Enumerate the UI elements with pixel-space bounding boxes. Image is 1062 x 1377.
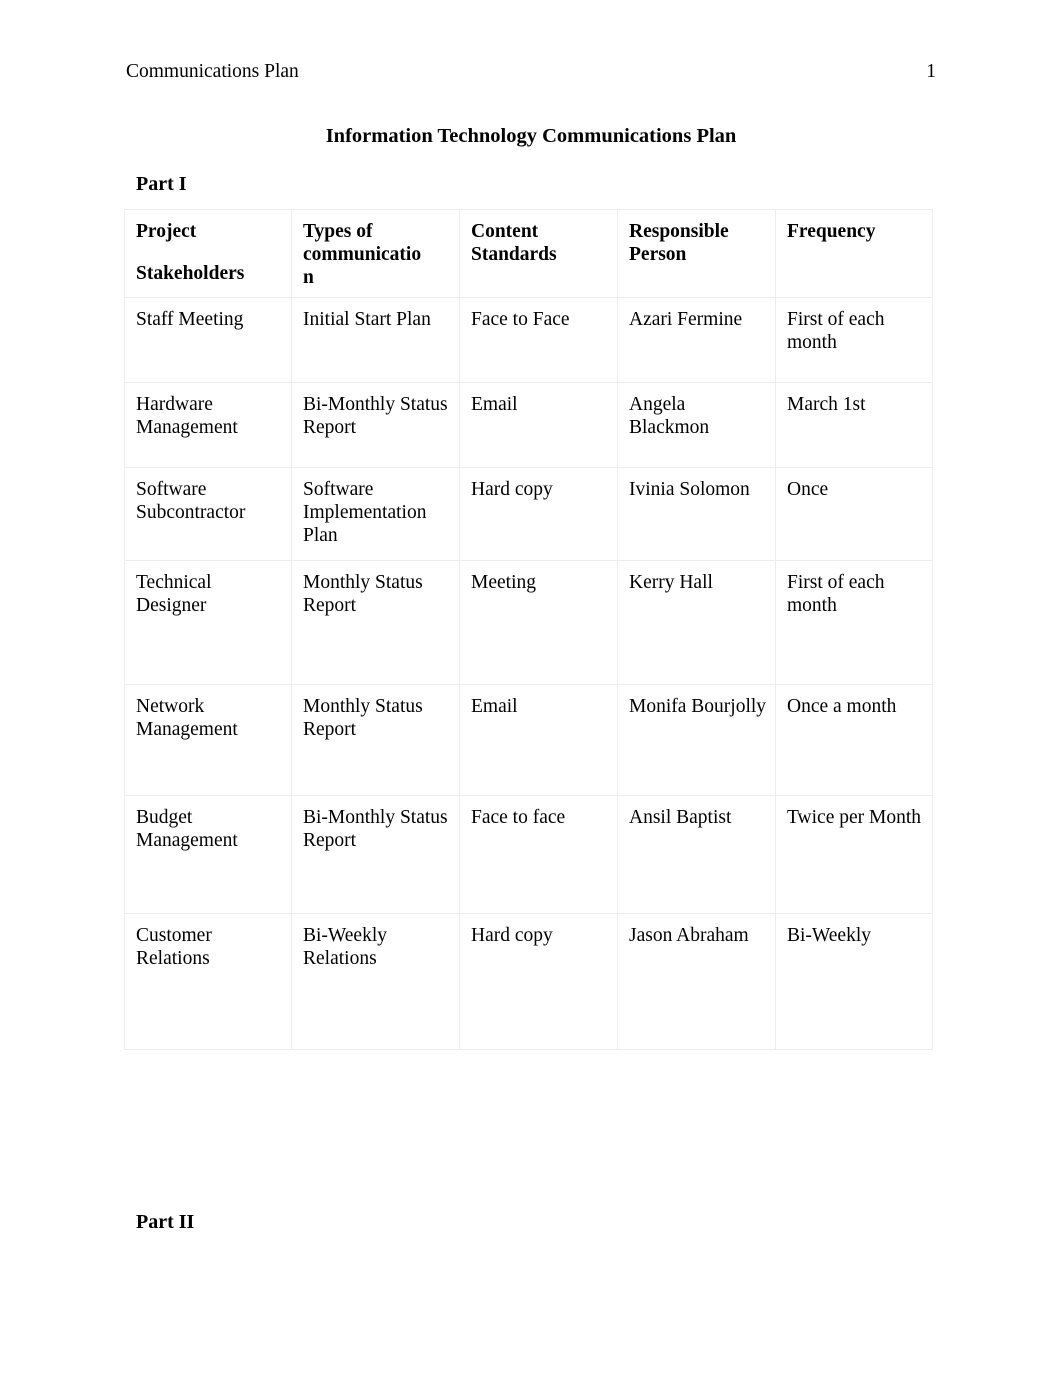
column-header-line-1: Responsible Person — [629, 221, 729, 265]
column-header-line-1: Frequency — [787, 221, 876, 242]
cell-content-standard: Face to Face — [459, 297, 618, 383]
cell-content-standard: Email — [459, 684, 618, 796]
cell-stakeholder: Customer Relations — [124, 913, 292, 1050]
cell-responsible-person: Ivinia Solomon — [617, 467, 776, 561]
cell-responsible-person: Azari Fermine — [617, 297, 776, 383]
cell-communication-type: Monthly Status Report — [291, 560, 460, 685]
communications-plan-table: Project Stakeholders Types of communicat… — [124, 209, 933, 1050]
column-header-line-1: Content Standards — [471, 221, 557, 265]
cell-frequency: Twice per Month — [775, 795, 933, 914]
cell-responsible-person: Monifa Bourjolly — [617, 684, 776, 796]
cell-communication-type: Bi-Monthly Status Report — [291, 382, 460, 468]
communications-plan-table-wrapper: Project Stakeholders Types of communicat… — [124, 209, 933, 1050]
cell-responsible-person: Angela Blackmon — [617, 382, 776, 468]
cell-responsible-person: Jason Abraham — [617, 913, 776, 1050]
column-header-responsible-person: Responsible Person — [617, 209, 776, 298]
table-row: Technical Designer Monthly Status Report… — [124, 560, 933, 685]
cell-stakeholder: Hardware Management — [124, 382, 292, 468]
page-number: 1 — [926, 61, 936, 82]
table-header-row-group: Project Stakeholders Types of communicat… — [124, 209, 933, 298]
column-header-content-standards: Content Standards — [459, 209, 618, 298]
table-row: Software Subcontractor Software Implemen… — [124, 467, 933, 561]
cell-communication-type: Initial Start Plan — [291, 297, 460, 383]
cell-stakeholder: Budget Management — [124, 795, 292, 914]
cell-content-standard: Email — [459, 382, 618, 468]
document-page: Communications Plan 1 Information Techno… — [0, 0, 1062, 1377]
cell-communication-type: Bi-Monthly Status Report — [291, 795, 460, 914]
section-heading-part-one: Part I — [136, 173, 187, 195]
cell-frequency: Once — [775, 467, 933, 561]
column-header-line-1: Project — [136, 221, 197, 242]
table-row: Customer Relations Bi-Weekly Relations H… — [124, 913, 933, 1050]
column-header-frequency: Frequency — [775, 209, 933, 298]
cell-content-standard: Hard copy — [459, 467, 618, 561]
table-row: Budget Management Bi-Monthly Status Repo… — [124, 795, 933, 914]
cell-frequency: Once a month — [775, 684, 933, 796]
cell-frequency: First of each month — [775, 560, 933, 685]
cell-frequency: March 1st — [775, 382, 933, 468]
cell-stakeholder: Technical Designer — [124, 560, 292, 685]
cell-content-standard: Face to face — [459, 795, 618, 914]
column-header-line-1: Types of communicatio — [303, 221, 422, 265]
cell-stakeholder: Software Subcontractor — [124, 467, 292, 561]
table-row: Network Management Monthly Status Report… — [124, 684, 933, 796]
table-header-row: Project Stakeholders Types of communicat… — [124, 209, 933, 298]
column-header-project-stakeholders: Project Stakeholders — [124, 209, 292, 298]
cell-content-standard: Hard copy — [459, 913, 618, 1050]
cell-responsible-person: Kerry Hall — [617, 560, 776, 685]
column-header-types-of-communication: Types of communicatio n — [291, 209, 460, 298]
cell-stakeholder: Network Management — [124, 684, 292, 796]
document-running-header: Communications Plan 1 — [126, 60, 936, 83]
cell-responsible-person: Ansil Baptist — [617, 795, 776, 914]
table-body: Staff Meeting Initial Start Plan Face to… — [124, 297, 933, 1050]
column-header-line-2: n — [303, 267, 314, 288]
table-row: Hardware Management Bi-Monthly Status Re… — [124, 382, 933, 468]
cell-frequency: Bi-Weekly — [775, 913, 933, 1050]
cell-content-standard: Meeting — [459, 560, 618, 685]
cell-communication-type: Bi-Weekly Relations — [291, 913, 460, 1050]
page-title: Information Technology Communications Pl… — [325, 125, 737, 147]
cell-frequency: First of each month — [775, 297, 933, 383]
column-header-line-2: Stakeholders — [136, 263, 245, 284]
cell-communication-type: Software Implementation Plan — [291, 467, 460, 561]
cell-communication-type: Monthly Status Report — [291, 684, 460, 796]
section-heading-part-two: Part II — [136, 1211, 195, 1233]
running-header-title: Communications Plan — [126, 61, 299, 82]
cell-stakeholder: Staff Meeting — [124, 297, 292, 383]
table-row: Staff Meeting Initial Start Plan Face to… — [124, 297, 933, 383]
